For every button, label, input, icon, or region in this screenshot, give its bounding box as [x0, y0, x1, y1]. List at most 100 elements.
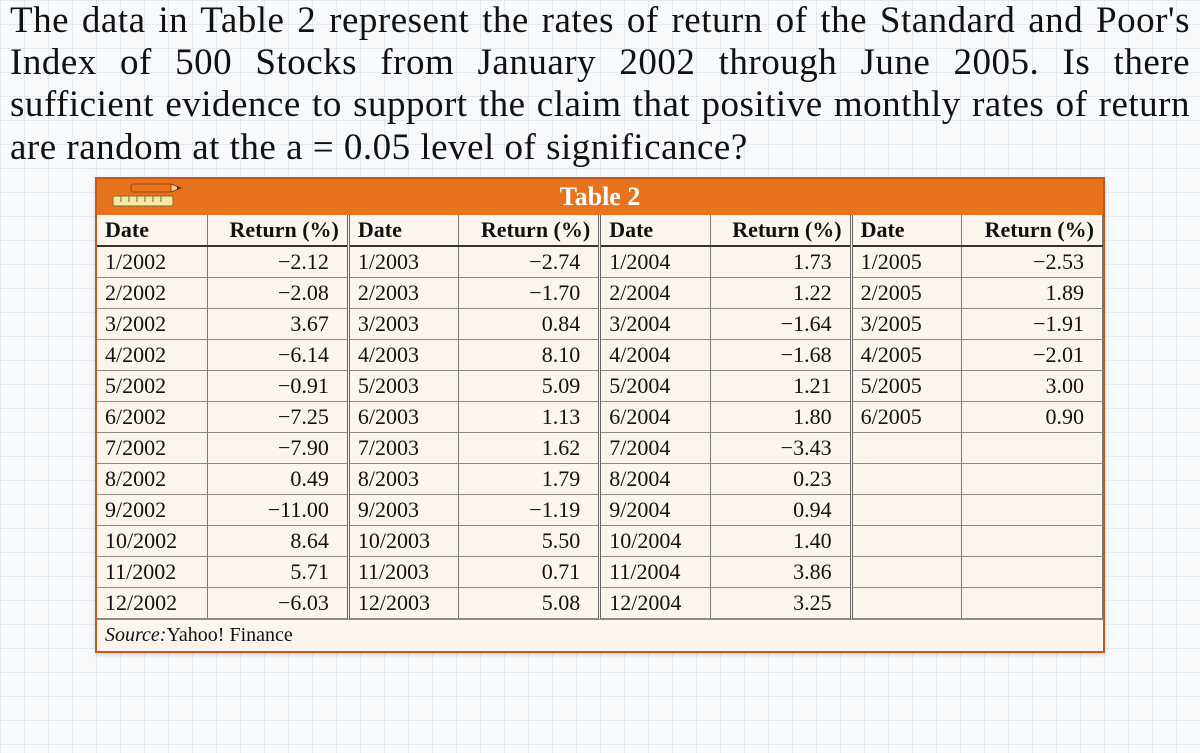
return-cell: −1.91 [962, 308, 1103, 339]
date-cell: 9/2002 [97, 494, 208, 525]
return-cell: −11.00 [208, 494, 349, 525]
table-row: 10/20028.6410/20035.5010/20041.40 [97, 525, 1103, 556]
date-cell: 10/2003 [348, 525, 459, 556]
date-cell: 3/2002 [97, 308, 208, 339]
date-cell: 9/2004 [600, 494, 711, 525]
date-cell: 1/2003 [348, 246, 459, 278]
table-row: 3/20023.673/20030.843/2004−1.643/2005−1.… [97, 308, 1103, 339]
return-cell: −1.64 [710, 308, 851, 339]
return-cell: 1.80 [710, 401, 851, 432]
return-cell: −6.14 [208, 339, 349, 370]
return-cell: −3.43 [710, 432, 851, 463]
date-cell: 5/2002 [97, 370, 208, 401]
return-cell: 0.49 [208, 463, 349, 494]
date-cell: 4/2003 [348, 339, 459, 370]
return-cell: 0.90 [962, 401, 1103, 432]
date-cell: 11/2003 [348, 556, 459, 587]
return-cell: 0.84 [459, 308, 600, 339]
data-table: DateReturn (%)DateReturn (%)DateReturn (… [97, 215, 1103, 619]
return-cell: 8.64 [208, 525, 349, 556]
date-cell [851, 556, 962, 587]
date-cell [851, 463, 962, 494]
date-cell: 12/2004 [600, 587, 711, 618]
table-row: 7/2002−7.907/20031.627/2004−3.43 [97, 432, 1103, 463]
return-cell: 0.94 [710, 494, 851, 525]
date-cell: 2/2004 [600, 277, 711, 308]
return-cell: 1.89 [962, 277, 1103, 308]
col-header-date: Date [600, 215, 711, 246]
ruler-pencil-icon [97, 179, 197, 213]
return-cell: −7.90 [208, 432, 349, 463]
return-cell: 5.09 [459, 370, 600, 401]
return-cell: 5.08 [459, 587, 600, 618]
col-header-date: Date [97, 215, 208, 246]
date-cell: 6/2003 [348, 401, 459, 432]
return-cell: 1.73 [710, 246, 851, 278]
return-cell [962, 463, 1103, 494]
date-cell: 12/2002 [97, 587, 208, 618]
date-cell: 8/2002 [97, 463, 208, 494]
return-cell [962, 556, 1103, 587]
return-cell: −7.25 [208, 401, 349, 432]
return-cell: 1.79 [459, 463, 600, 494]
return-cell: −2.01 [962, 339, 1103, 370]
return-cell: 3.00 [962, 370, 1103, 401]
date-cell: 5/2004 [600, 370, 711, 401]
date-cell: 2/2002 [97, 277, 208, 308]
return-cell [962, 494, 1103, 525]
return-cell: −1.19 [459, 494, 600, 525]
col-header-return: Return (%) [710, 215, 851, 246]
date-cell: 11/2004 [600, 556, 711, 587]
date-cell: 8/2003 [348, 463, 459, 494]
return-cell [962, 432, 1103, 463]
date-cell: 8/2004 [600, 463, 711, 494]
return-cell: −1.68 [710, 339, 851, 370]
return-cell: 0.23 [710, 463, 851, 494]
date-cell: 10/2004 [600, 525, 711, 556]
date-cell: 7/2004 [600, 432, 711, 463]
return-cell: 5.71 [208, 556, 349, 587]
date-cell: 5/2003 [348, 370, 459, 401]
return-cell: −1.70 [459, 277, 600, 308]
problem-statement: The data in Table 2 represent the rates … [8, 0, 1192, 177]
table-row: 2/2002−2.082/2003−1.702/20041.222/20051.… [97, 277, 1103, 308]
col-header-return: Return (%) [208, 215, 349, 246]
table-row: 11/20025.7111/20030.7111/20043.86 [97, 556, 1103, 587]
date-cell: 6/2002 [97, 401, 208, 432]
col-header-return: Return (%) [962, 215, 1103, 246]
date-cell: 3/2005 [851, 308, 962, 339]
return-cell [962, 525, 1103, 556]
date-cell: 11/2002 [97, 556, 208, 587]
return-cell: 3.67 [208, 308, 349, 339]
table-row: 8/20020.498/20031.798/20040.23 [97, 463, 1103, 494]
return-cell [962, 587, 1103, 618]
source-text: Yahoo! Finance [166, 624, 292, 646]
date-cell: 3/2004 [600, 308, 711, 339]
date-cell: 2/2005 [851, 277, 962, 308]
date-cell: 2/2003 [348, 277, 459, 308]
table-row: 12/2002−6.0312/20035.0812/20043.25 [97, 587, 1103, 618]
table-row: 6/2002−7.256/20031.136/20041.806/20050.9… [97, 401, 1103, 432]
return-cell: 1.22 [710, 277, 851, 308]
table-row: 1/2002−2.121/2003−2.741/20041.731/2005−2… [97, 246, 1103, 278]
date-cell: 12/2003 [348, 587, 459, 618]
table-2: Table 2 DateReturn (%)DateReturn (%)Date… [95, 177, 1105, 653]
col-header-date: Date [348, 215, 459, 246]
return-cell: −0.91 [208, 370, 349, 401]
date-cell: 1/2002 [97, 246, 208, 278]
date-cell: 3/2003 [348, 308, 459, 339]
return-cell: 1.62 [459, 432, 600, 463]
return-cell: 8.10 [459, 339, 600, 370]
source-label: Source: [105, 624, 166, 646]
return-cell: 3.25 [710, 587, 851, 618]
date-cell: 6/2005 [851, 401, 962, 432]
date-cell: 4/2002 [97, 339, 208, 370]
date-cell: 9/2003 [348, 494, 459, 525]
return-cell: 1.13 [459, 401, 600, 432]
table-row: 9/2002−11.009/2003−1.199/20040.94 [97, 494, 1103, 525]
return-cell: 5.50 [459, 525, 600, 556]
date-cell: 7/2002 [97, 432, 208, 463]
return-cell: −2.53 [962, 246, 1103, 278]
date-cell: 7/2003 [348, 432, 459, 463]
return-cell: 1.21 [710, 370, 851, 401]
